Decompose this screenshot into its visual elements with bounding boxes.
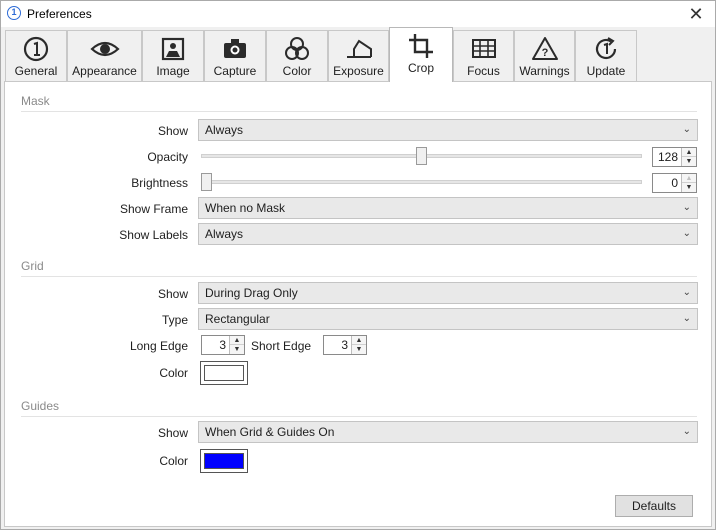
spin-up-button[interactable]: ▲ [682, 174, 696, 183]
tab-label: Appearance [72, 64, 137, 78]
brightness-slider[interactable] [201, 171, 642, 193]
grid-type-value: Rectangular [205, 312, 270, 326]
chevron-down-icon: ⌄ [682, 202, 691, 213]
guides-color-swatch [204, 453, 244, 469]
grid-show-dropdown[interactable]: During Drag Only ⌄ [198, 282, 698, 304]
guides-show-dropdown[interactable]: When Grid & Guides On ⌄ [198, 421, 698, 443]
show-labels-value: Always [205, 227, 244, 241]
grid-color-label: Color [159, 366, 188, 380]
opacity-label: Opacity [147, 150, 188, 164]
chevron-down-icon: ⌄ [682, 426, 691, 437]
tab-warnings[interactable]: ? Warnings [514, 30, 575, 82]
svg-text:?: ? [541, 47, 548, 59]
chevron-down-icon: ⌄ [682, 124, 691, 135]
grid-show-value: During Drag Only [205, 286, 298, 300]
tab-label: Focus [467, 64, 500, 78]
tab-strip: General Appearance Image Capture Color E… [4, 27, 714, 82]
color-circles-icon [285, 37, 309, 60]
short-edge-label: Short Edge [251, 339, 312, 353]
tab-label: Image [156, 64, 190, 78]
grid-type-dropdown[interactable]: Rectangular ⌄ [198, 308, 698, 330]
tab-label: Warnings [519, 64, 570, 78]
tab-label: General [14, 64, 58, 78]
spin-down-button[interactable]: ▼ [230, 345, 244, 354]
spin-down-button[interactable]: ▼ [352, 345, 366, 354]
close-button[interactable]: ✕ [685, 3, 707, 25]
tab-focus[interactable]: Focus [453, 30, 514, 82]
app-logo-icon: 1 [7, 6, 21, 20]
tab-image[interactable]: Image [142, 30, 204, 82]
mask-show-label: Show [157, 124, 188, 138]
mask-show-value: Always [205, 123, 244, 137]
opacity-spinner[interactable]: 128 ▲ ▼ [652, 147, 697, 167]
brightness-value[interactable]: 0 [671, 176, 678, 190]
tab-label: Update [586, 64, 626, 78]
eye-icon [89, 41, 120, 57]
show-labels-label: Show Labels [119, 228, 188, 242]
grid-color-swatch [204, 365, 244, 381]
show-frame-value: When no Mask [205, 201, 286, 215]
tab-label: Capture [213, 64, 257, 78]
brightness-spinner[interactable]: 0 ▲ ▼ [652, 173, 697, 193]
opacity-slider[interactable] [201, 145, 642, 167]
window-title: Preferences [27, 7, 92, 21]
tab-appearance[interactable]: Appearance [67, 30, 142, 82]
focus-grid-icon [471, 39, 496, 58]
crop-settings-panel: Mask Show Always ⌄ Opacity 128 ▲ ▼ Brigh… [4, 81, 712, 527]
spin-up-button[interactable]: ▲ [230, 336, 244, 345]
chevron-down-icon: ⌄ [682, 228, 691, 239]
tab-update[interactable]: Update [575, 30, 637, 82]
grid-type-label: Type [161, 313, 188, 327]
tab-capture[interactable]: Capture [204, 30, 266, 82]
show-frame-label: Show Frame [119, 202, 188, 216]
long-edge-label: Long Edge [129, 339, 188, 353]
picture-icon [161, 37, 185, 61]
guides-section-header: Guides [21, 399, 697, 417]
mask-show-dropdown[interactable]: Always ⌄ [198, 119, 698, 141]
spin-up-button[interactable]: ▲ [682, 148, 696, 157]
preferences-window: 1 Preferences ✕ General Appearance Image… [0, 0, 716, 530]
grid-show-label: Show [157, 287, 188, 301]
slider-track [201, 180, 642, 184]
tab-label: Crop [407, 61, 434, 75]
opacity-value[interactable]: 128 [658, 150, 678, 164]
tab-label: Exposure [333, 64, 384, 78]
long-edge-spinner[interactable]: 3 ▲ ▼ [201, 335, 245, 355]
opacity-slider-thumb[interactable] [416, 147, 427, 165]
spin-down-button[interactable]: ▼ [682, 183, 696, 192]
numbered-circle-icon [23, 36, 49, 62]
guides-show-label: Show [157, 426, 188, 440]
short-edge-value[interactable]: 3 [341, 338, 348, 352]
chevron-down-icon: ⌄ [682, 313, 691, 324]
brightness-slider-thumb[interactable] [201, 173, 212, 191]
update-icon [595, 37, 617, 60]
tab-general[interactable]: General [5, 30, 67, 82]
spin-up-button[interactable]: ▲ [352, 336, 366, 345]
tab-label: Color [282, 64, 312, 78]
long-edge-value[interactable]: 3 [219, 338, 226, 352]
grid-section-header: Grid [21, 259, 697, 277]
title-bar: 1 Preferences ✕ [1, 1, 715, 27]
warning-icon: ? [531, 37, 558, 60]
short-edge-spinner[interactable]: 3 ▲ ▼ [323, 335, 367, 355]
exposure-icon [346, 39, 372, 58]
guides-show-value: When Grid & Guides On [205, 425, 335, 439]
tab-color[interactable]: Color [266, 30, 328, 82]
brightness-label: Brightness [131, 176, 188, 190]
tab-crop[interactable]: Crop [389, 27, 453, 82]
crop-icon [409, 34, 433, 58]
mask-section-header: Mask [21, 94, 697, 112]
show-labels-dropdown[interactable]: Always ⌄ [198, 223, 698, 245]
show-frame-dropdown[interactable]: When no Mask ⌄ [198, 197, 698, 219]
guides-color-label: Color [159, 454, 188, 468]
camera-icon [224, 39, 246, 58]
guides-color-button[interactable] [200, 449, 248, 473]
defaults-button[interactable]: Defaults [615, 495, 693, 517]
chevron-down-icon: ⌄ [682, 287, 691, 298]
spin-down-button[interactable]: ▼ [682, 157, 696, 166]
grid-color-button[interactable] [200, 361, 248, 385]
tab-exposure[interactable]: Exposure [328, 30, 389, 82]
